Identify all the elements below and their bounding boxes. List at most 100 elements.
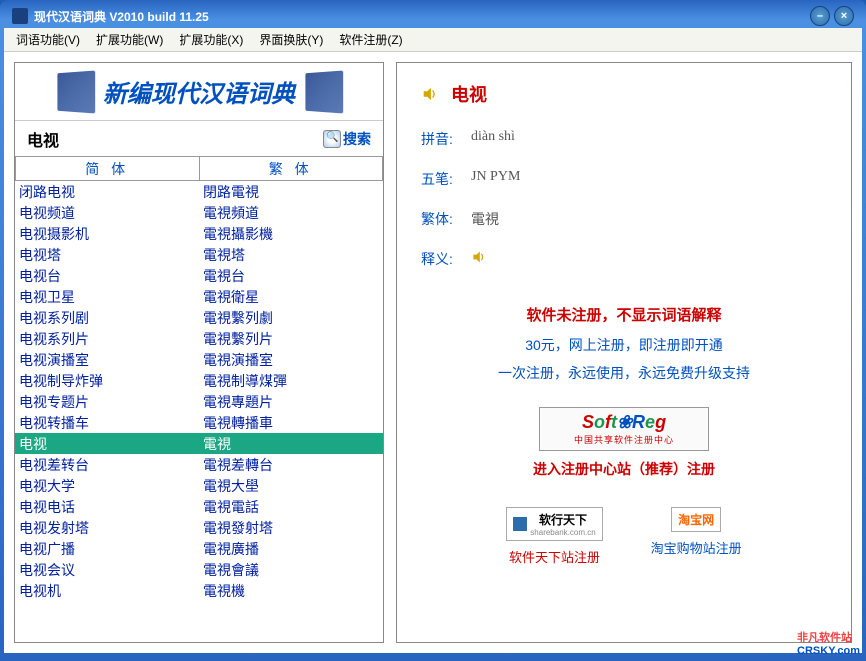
table-row[interactable]: 电视电话電視電話 xyxy=(15,496,383,517)
cell-simplified: 闭路电视 xyxy=(15,181,199,202)
table-row[interactable]: 电视演播室電視演播室 xyxy=(15,349,383,370)
cell-traditional: 電視大壆 xyxy=(199,475,383,496)
right-panel: 电视 拼音: diàn shì 五笔: JN PYM 繁体: 電視 释义: xyxy=(396,62,852,643)
left-panel: 新编现代汉语词典 搜索 简 体 繁 体 闭路电视閉路電視电视频道電視頻道电视摄影… xyxy=(14,62,384,643)
notice-line2: 一次注册，永远使用，永远免费升级支持 xyxy=(421,359,827,387)
menu-item[interactable]: 扩展功能(X) xyxy=(171,29,251,50)
wubi-row: 五笔: JN PYM xyxy=(421,169,827,189)
cell-simplified: 电视演播室 xyxy=(15,349,199,370)
shiyi-row: 释义: xyxy=(421,249,827,269)
cell-traditional: 閉路電視 xyxy=(199,181,383,202)
cell-traditional: 電視廣播 xyxy=(199,538,383,559)
result-list[interactable]: 闭路电视閉路電視电视频道電視頻道电视摄影机電視攝影機电视塔電視塔电视台電視台电视… xyxy=(15,181,383,642)
titlebar: 现代汉语词典 V2010 build 11.25 – × xyxy=(4,4,862,28)
table-row[interactable]: 电视会议電視會議 xyxy=(15,559,383,580)
notice-line1: 30元，网上注册，即注册即开通 xyxy=(421,331,827,359)
content-area: 新编现代汉语词典 搜索 简 体 繁 体 闭路电视閉路電視电视频道電視頻道电视摄影… xyxy=(4,52,862,653)
sharebank-link[interactable]: 软件天下站注册 xyxy=(506,547,602,566)
table-row[interactable]: 电视塔電視塔 xyxy=(15,244,383,265)
cell-simplified: 电视制导炸弹 xyxy=(15,370,199,391)
taobao-badge[interactable]: 淘宝网 xyxy=(671,507,721,532)
search-icon xyxy=(323,130,341,148)
cell-traditional: 電視 xyxy=(199,433,383,454)
cell-traditional: 電視頻道 xyxy=(199,202,383,223)
fanti-value: 電視 xyxy=(471,209,499,229)
table-row[interactable]: 电视转播车電視轉播車 xyxy=(15,412,383,433)
table-row[interactable]: 电视频道電視頻道 xyxy=(15,202,383,223)
softreg-logo: Soft❀Reg xyxy=(548,412,700,433)
menu-item[interactable]: 软件注册(Z) xyxy=(331,29,410,50)
search-input[interactable] xyxy=(27,130,323,148)
cell-traditional: 電視塔 xyxy=(199,244,383,265)
cell-simplified: 电视卫星 xyxy=(15,286,199,307)
table-row[interactable]: 电视专题片電視專題片 xyxy=(15,391,383,412)
cell-simplified: 电视发射塔 xyxy=(15,517,199,538)
cell-traditional: 電視機 xyxy=(199,580,383,601)
search-row: 搜索 xyxy=(15,121,383,157)
wubi-value: JN PYM xyxy=(471,169,520,189)
table-row[interactable]: 电视系列剧電視繫列劇 xyxy=(15,307,383,328)
taobao-link[interactable]: 淘宝购物站注册 xyxy=(651,538,742,557)
speaker-icon[interactable] xyxy=(421,85,439,103)
cell-simplified: 电视会议 xyxy=(15,559,199,580)
softreg-badge[interactable]: Soft❀Reg 中国共享软件注册中心 xyxy=(539,407,709,451)
taobao-text: 淘宝网 xyxy=(678,511,714,528)
cell-simplified: 电视大学 xyxy=(15,475,199,496)
cell-simplified: 电视 xyxy=(15,433,199,454)
fanti-label: 繁体: xyxy=(421,209,471,229)
table-row[interactable]: 电视广播電視廣播 xyxy=(15,538,383,559)
book-icon xyxy=(57,70,95,113)
table-row[interactable]: 电视大学電視大壆 xyxy=(15,475,383,496)
cell-traditional: 電視制導煤彈 xyxy=(199,370,383,391)
speaker-icon[interactable] xyxy=(471,249,489,267)
cell-simplified: 电视系列片 xyxy=(15,328,199,349)
sharebank-col: 软行天下 sharebank.com.cn 软件天下站注册 xyxy=(506,507,602,566)
cell-traditional: 電視台 xyxy=(199,265,383,286)
sharebank-text: 软行天下 xyxy=(530,511,595,528)
cell-simplified: 电视摄影机 xyxy=(15,223,199,244)
cell-traditional: 電視攝影機 xyxy=(199,223,383,244)
app-icon xyxy=(12,8,28,24)
cell-simplified: 电视差转台 xyxy=(15,454,199,475)
cell-traditional: 電視演播室 xyxy=(199,349,383,370)
cell-traditional: 電視會議 xyxy=(199,559,383,580)
cell-traditional: 電視轉播車 xyxy=(199,412,383,433)
minimize-button[interactable]: – xyxy=(810,6,830,26)
wubi-label: 五笔: xyxy=(421,169,471,189)
table-row[interactable]: 闭路电视閉路電視 xyxy=(15,181,383,202)
cell-traditional: 電視差轉台 xyxy=(199,454,383,475)
col-simplified[interactable]: 简 体 xyxy=(15,157,199,181)
cell-simplified: 电视塔 xyxy=(15,244,199,265)
table-row[interactable]: 电视差转台電視差轉台 xyxy=(15,454,383,475)
table-row[interactable]: 电视電視 xyxy=(15,433,383,454)
table-row[interactable]: 电视制导炸弹電視制導煤彈 xyxy=(15,370,383,391)
table-row[interactable]: 电视台電視台 xyxy=(15,265,383,286)
titlebar-buttons: – × xyxy=(810,6,854,26)
col-traditional[interactable]: 繁 体 xyxy=(199,157,384,181)
sharebank-badge[interactable]: 软行天下 sharebank.com.cn xyxy=(506,507,602,541)
table-row[interactable]: 电视发射塔電視發射塔 xyxy=(15,517,383,538)
taobao-col: 淘宝网 淘宝购物站注册 xyxy=(651,507,742,566)
menu-item[interactable]: 界面换肤(Y) xyxy=(251,29,331,50)
fanti-row: 繁体: 電視 xyxy=(421,209,827,229)
menu-item[interactable]: 词语功能(V) xyxy=(8,29,88,50)
search-label: 搜索 xyxy=(343,129,371,149)
menu-item[interactable]: 扩展功能(W) xyxy=(88,29,171,50)
register-main-link[interactable]: 进入注册中心站（推荐）注册 xyxy=(421,459,827,479)
close-button[interactable]: × xyxy=(834,6,854,26)
table-row[interactable]: 电视摄影机電視攝影機 xyxy=(15,223,383,244)
pinyin-label: 拼音: xyxy=(421,129,471,149)
search-button[interactable]: 搜索 xyxy=(323,129,371,149)
pinyin-row: 拼音: diàn shì xyxy=(421,129,827,149)
cell-simplified: 电视机 xyxy=(15,580,199,601)
table-row[interactable]: 电视卫星電視衛星 xyxy=(15,286,383,307)
bottom-links: 软行天下 sharebank.com.cn 软件天下站注册 淘宝网 淘宝购物站注… xyxy=(421,507,827,566)
cell-traditional: 電視專題片 xyxy=(199,391,383,412)
watermark-bot: CRSKY.com xyxy=(797,645,860,657)
window-frame: 现代汉语词典 V2010 build 11.25 – × 词语功能(V)扩展功能… xyxy=(0,0,866,661)
notice-headline: 软件未注册，不显示词语解释 xyxy=(421,301,827,331)
cell-traditional: 電視發射塔 xyxy=(199,517,383,538)
table-row[interactable]: 电视机電視機 xyxy=(15,580,383,601)
cell-traditional: 電視電話 xyxy=(199,496,383,517)
table-row[interactable]: 电视系列片電視繫列片 xyxy=(15,328,383,349)
